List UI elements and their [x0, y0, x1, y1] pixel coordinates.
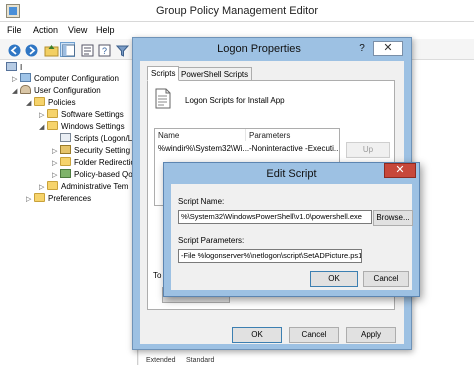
- dialog-title: Logon Properties: [217, 43, 301, 55]
- expand-icon[interactable]: ▷: [26, 194, 34, 206]
- folder-icon: [34, 97, 45, 106]
- tree-item-policies[interactable]: ◢ Policies: [26, 97, 76, 109]
- collapse-icon[interactable]: ◢: [12, 86, 20, 98]
- script-name-label: Script Name:: [178, 197, 225, 206]
- user-icon: [20, 85, 31, 94]
- script-name-input[interactable]: %\System32\WindowsPowerShell\v1.0\powers…: [178, 210, 372, 224]
- tab-extended[interactable]: Extended: [146, 357, 176, 365]
- folder-icon: [60, 157, 71, 166]
- column-header-parameters[interactable]: Parameters: [249, 131, 290, 140]
- bars-icon: [60, 169, 71, 178]
- help-button[interactable]: ?: [352, 41, 372, 56]
- properties-icon[interactable]: [79, 42, 94, 57]
- collapse-icon[interactable]: ◢: [39, 122, 47, 134]
- tree-item-windows-settings[interactable]: ◢ Windows Settings: [39, 121, 125, 133]
- to-text: To: [153, 271, 162, 280]
- up-folder-icon[interactable]: [43, 42, 59, 57]
- close-button[interactable]: ✕: [384, 163, 416, 178]
- computer-icon: [20, 73, 31, 82]
- cancel-button[interactable]: Cancel: [289, 327, 339, 343]
- close-button[interactable]: ✕: [373, 41, 403, 56]
- dialog-title-bar: Logon Properties ? ✕: [133, 38, 411, 60]
- svg-text:?: ?: [102, 46, 107, 56]
- list-cell-parameters[interactable]: -Noninteractive -Executi...: [249, 144, 339, 153]
- tab-powershell-scripts[interactable]: PowerShell Scripts: [177, 67, 253, 81]
- tab-standard[interactable]: Standard: [186, 357, 214, 365]
- title-bar: Group Policy Management Editor: [0, 0, 474, 22]
- back-icon[interactable]: [6, 42, 21, 57]
- script-document-icon: [155, 88, 171, 109]
- edit-script-dialog: Edit Script ✕ Script Name: %\System32\Wi…: [163, 162, 420, 297]
- column-header-name[interactable]: Name: [158, 131, 179, 140]
- up-button[interactable]: Up: [346, 142, 390, 158]
- column-divider[interactable]: [245, 129, 246, 141]
- shield-icon: [60, 145, 71, 154]
- menu-help[interactable]: Help: [96, 25, 115, 35]
- edit-dialog-title: Edit Script: [266, 168, 317, 180]
- menu-file[interactable]: File: [7, 25, 22, 35]
- scripts-heading: Logon Scripts for Install App: [185, 96, 285, 105]
- show-hide-tree-icon[interactable]: [60, 42, 75, 57]
- forward-icon[interactable]: [23, 42, 38, 57]
- policy-tree: I ▷ Computer Configuration ◢ User Configur…: [0, 60, 138, 365]
- ok-button[interactable]: OK: [232, 327, 282, 343]
- folder-icon: [47, 181, 58, 190]
- folder-icon: [47, 121, 58, 130]
- tree-item-computer-configuration[interactable]: ▷ Computer Configuration: [12, 73, 119, 85]
- window-title: Group Policy Management Editor: [155, 5, 319, 17]
- collapse-icon[interactable]: ◢: [26, 98, 34, 110]
- tree-item-security-settings[interactable]: ▷ Security Setting: [52, 145, 130, 157]
- script-parameters-label: Script Parameters:: [178, 236, 245, 245]
- browse-button[interactable]: Browse...: [373, 210, 413, 226]
- edit-dialog-body: Script Name: %\System32\WindowsPowerShel…: [171, 184, 413, 290]
- tree-item-software-settings[interactable]: ▷ Software Settings: [39, 109, 124, 121]
- tree-item-administrative-templates[interactable]: ▷ Administrative Tem: [39, 181, 128, 193]
- menu-action[interactable]: Action: [33, 25, 58, 35]
- tree-item-folder-redirection[interactable]: ▷ Folder Redirectio: [52, 157, 135, 169]
- policy-icon: [6, 62, 17, 71]
- folder-icon: [34, 193, 45, 202]
- ok-button[interactable]: OK: [310, 271, 358, 287]
- menu-view[interactable]: View: [68, 25, 87, 35]
- script-parameters-input[interactable]: -File %logonserver%\netlogon\script\SetA…: [178, 249, 362, 263]
- tree-item-scripts[interactable]: Scripts (Logon/L: [52, 133, 132, 145]
- apply-button[interactable]: Apply: [346, 327, 396, 343]
- list-cell-name[interactable]: %windir%\System32\Wi...: [158, 144, 249, 153]
- filter-icon[interactable]: [114, 42, 130, 57]
- script-icon: [60, 133, 71, 142]
- tree-item-policy-based-qos[interactable]: ▷ Policy-based Qo: [52, 169, 133, 181]
- cancel-button[interactable]: Cancel: [363, 271, 409, 287]
- folder-icon: [47, 109, 58, 118]
- tab-scripts[interactable]: Scripts: [147, 66, 180, 81]
- help-icon[interactable]: ?: [96, 42, 111, 57]
- tree-item-preferences[interactable]: ▷ Preferences: [26, 193, 91, 205]
- tree-item-user-configuration[interactable]: ◢ User Configuration: [12, 85, 101, 97]
